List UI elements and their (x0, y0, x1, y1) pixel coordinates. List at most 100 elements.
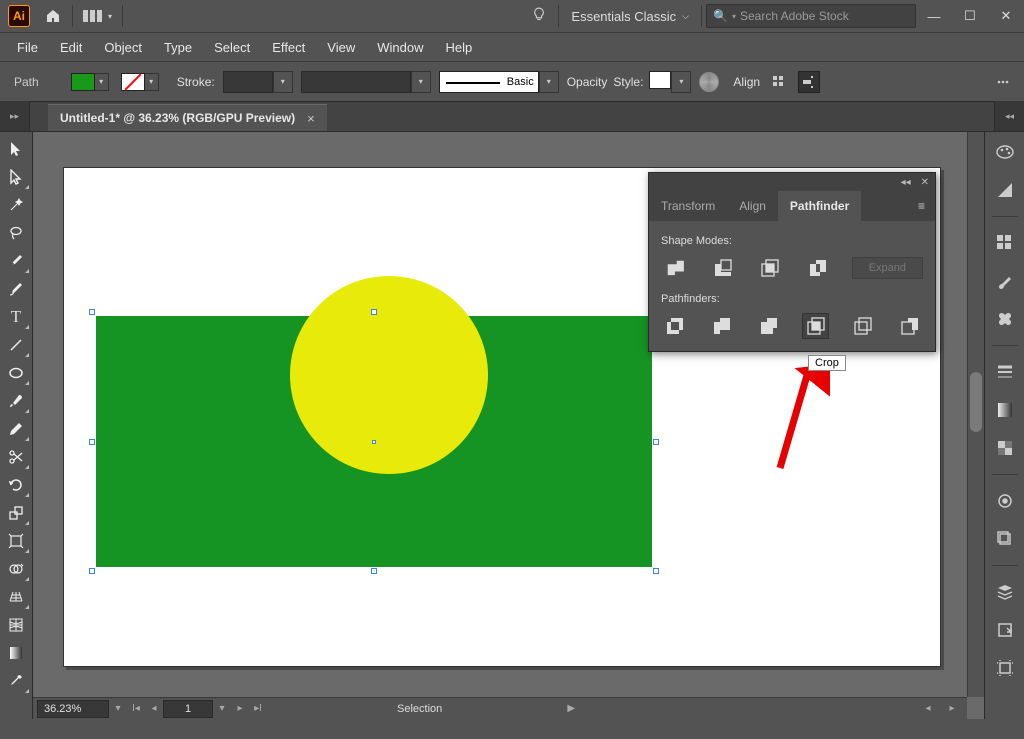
shape-builder-tool[interactable] (2, 556, 30, 582)
color-panel-icon[interactable] (991, 138, 1019, 166)
search-stock-input[interactable]: 🔍 ▾ Search Adobe Stock (706, 4, 916, 28)
expand-button[interactable]: Expand (852, 257, 923, 279)
paintbrush-tool[interactable] (2, 388, 30, 414)
tab-align[interactable]: Align (727, 191, 778, 221)
scissors-tool[interactable] (2, 444, 30, 470)
menu-effect[interactable]: Effect (261, 35, 316, 60)
stroke-dropdown[interactable]: ▾ (145, 73, 159, 91)
align-panel-icon[interactable] (768, 71, 790, 93)
line-segment-tool[interactable] (2, 332, 30, 358)
variable-width-profile[interactable] (301, 71, 411, 93)
menu-select[interactable]: Select (203, 35, 261, 60)
ellipse-tool[interactable] (2, 360, 30, 386)
menu-help[interactable]: Help (434, 35, 483, 60)
perspective-grid-tool[interactable] (2, 584, 30, 610)
pencil-tool[interactable] (2, 416, 30, 442)
outline-button[interactable] (849, 313, 876, 339)
magic-wand-tool[interactable] (2, 192, 30, 218)
artboard-nav-dropdown[interactable]: ▾ (213, 700, 231, 718)
recolor-artwork-icon[interactable] (699, 72, 719, 92)
selection-tool[interactable] (2, 136, 30, 162)
handle-bottom-left[interactable] (89, 568, 95, 574)
handle-top-left[interactable] (89, 309, 95, 315)
scrollbar-thumb[interactable] (970, 372, 982, 432)
zoom-level-input[interactable]: 36.23% (37, 700, 109, 718)
free-transform-tool[interactable] (2, 528, 30, 554)
opacity-label[interactable]: Opacity (567, 75, 608, 89)
handle-bottom-right[interactable] (653, 568, 659, 574)
profile-dropdown[interactable]: ▾ (411, 71, 431, 93)
type-tool[interactable]: T (2, 304, 30, 330)
workspace-switcher[interactable]: Essentials Classic ⌵ (563, 5, 697, 28)
gradient-panel-icon[interactable] (991, 396, 1019, 424)
pen-tool[interactable] (2, 248, 30, 274)
tab-pathfinder[interactable]: Pathfinder (778, 191, 861, 221)
graphic-style-swatch[interactable] (649, 71, 671, 89)
tab-transform[interactable]: Transform (649, 191, 727, 221)
minimize-button[interactable]: — (916, 0, 952, 33)
symbols-panel-icon[interactable] (991, 305, 1019, 333)
direct-selection-tool[interactable] (2, 164, 30, 190)
graphic-styles-panel-icon[interactable] (991, 525, 1019, 553)
handle-left-center[interactable] (89, 439, 95, 445)
rotate-tool[interactable] (2, 472, 30, 498)
next-artboard-button[interactable]: ▸ (231, 700, 249, 718)
stroke-weight-input[interactable] (223, 71, 273, 93)
curvature-tool[interactable] (2, 276, 30, 302)
divide-button[interactable] (661, 313, 688, 339)
appearance-panel-icon[interactable] (991, 487, 1019, 515)
align-label[interactable]: Align (733, 75, 760, 89)
brush-definition[interactable]: Basic (439, 71, 539, 93)
stroke-swatch[interactable] (121, 73, 145, 91)
eyedropper-tool[interactable] (2, 668, 30, 694)
stroke-panel-icon[interactable] (991, 358, 1019, 386)
menu-edit[interactable]: Edit (49, 35, 93, 60)
pathfinder-panel[interactable]: ◂◂ ✕ Transform Align Pathfinder ≡ Shape … (648, 172, 936, 352)
first-artboard-button[interactable]: І◂ (127, 700, 145, 718)
style-dropdown[interactable]: ▾ (671, 71, 691, 93)
panel-menu-icon[interactable]: ≡ (908, 199, 935, 213)
layers-panel-icon[interactable] (991, 578, 1019, 606)
transparency-panel-icon[interactable] (991, 434, 1019, 462)
unite-button[interactable] (661, 255, 689, 281)
vertical-scrollbar[interactable] (967, 132, 984, 697)
artboard-number-input[interactable]: 1 (163, 700, 213, 718)
close-tab-icon[interactable]: × (307, 111, 315, 126)
stroke-weight-dropdown[interactable]: ▾ (273, 71, 293, 93)
swatches-panel-icon[interactable] (991, 229, 1019, 257)
gradient-tool[interactable] (2, 640, 30, 666)
discover-icon[interactable] (524, 0, 554, 33)
menu-view[interactable]: View (316, 35, 366, 60)
menu-object[interactable]: Object (93, 35, 153, 60)
merge-button[interactable] (755, 313, 782, 339)
collapse-left-panels[interactable]: ▸▸ (0, 101, 30, 131)
mesh-tool[interactable] (2, 612, 30, 638)
close-button[interactable]: ✕ (988, 0, 1024, 33)
maximize-button[interactable]: ☐ (952, 0, 988, 33)
minus-front-button[interactable] (709, 255, 737, 281)
lasso-tool[interactable] (2, 220, 30, 246)
collapse-right-panels[interactable]: ◂◂ (994, 101, 1024, 131)
prev-artboard-button[interactable]: ◂ (145, 700, 163, 718)
scroll-left-button[interactable]: ◂ (919, 700, 937, 718)
crop-button[interactable] (802, 313, 829, 339)
artboards-panel-icon[interactable] (991, 654, 1019, 682)
brushes-panel-icon[interactable] (991, 267, 1019, 295)
intersect-button[interactable] (756, 255, 784, 281)
arrange-documents-button[interactable]: ▾ (77, 10, 118, 22)
zoom-dropdown[interactable]: ▾ (109, 700, 127, 718)
document-tab[interactable]: Untitled-1* @ 36.23% (RGB/GPU Preview) × (48, 104, 327, 131)
asset-export-panel-icon[interactable] (991, 616, 1019, 644)
status-play-icon[interactable]: ▶ (562, 700, 580, 718)
handle-bottom-center[interactable] (371, 568, 377, 574)
trim-button[interactable] (708, 313, 735, 339)
handle-right-center[interactable] (653, 439, 659, 445)
panel-header[interactable]: ◂◂ ✕ (649, 173, 935, 191)
panel-close-icon[interactable]: ✕ (921, 177, 929, 188)
exclude-button[interactable] (804, 255, 832, 281)
fill-swatch[interactable] (71, 73, 95, 91)
more-options-icon[interactable] (992, 71, 1014, 93)
panel-collapse-icon[interactable]: ◂◂ (901, 177, 911, 188)
menu-type[interactable]: Type (153, 35, 203, 60)
ellipse-shape[interactable] (290, 276, 488, 474)
